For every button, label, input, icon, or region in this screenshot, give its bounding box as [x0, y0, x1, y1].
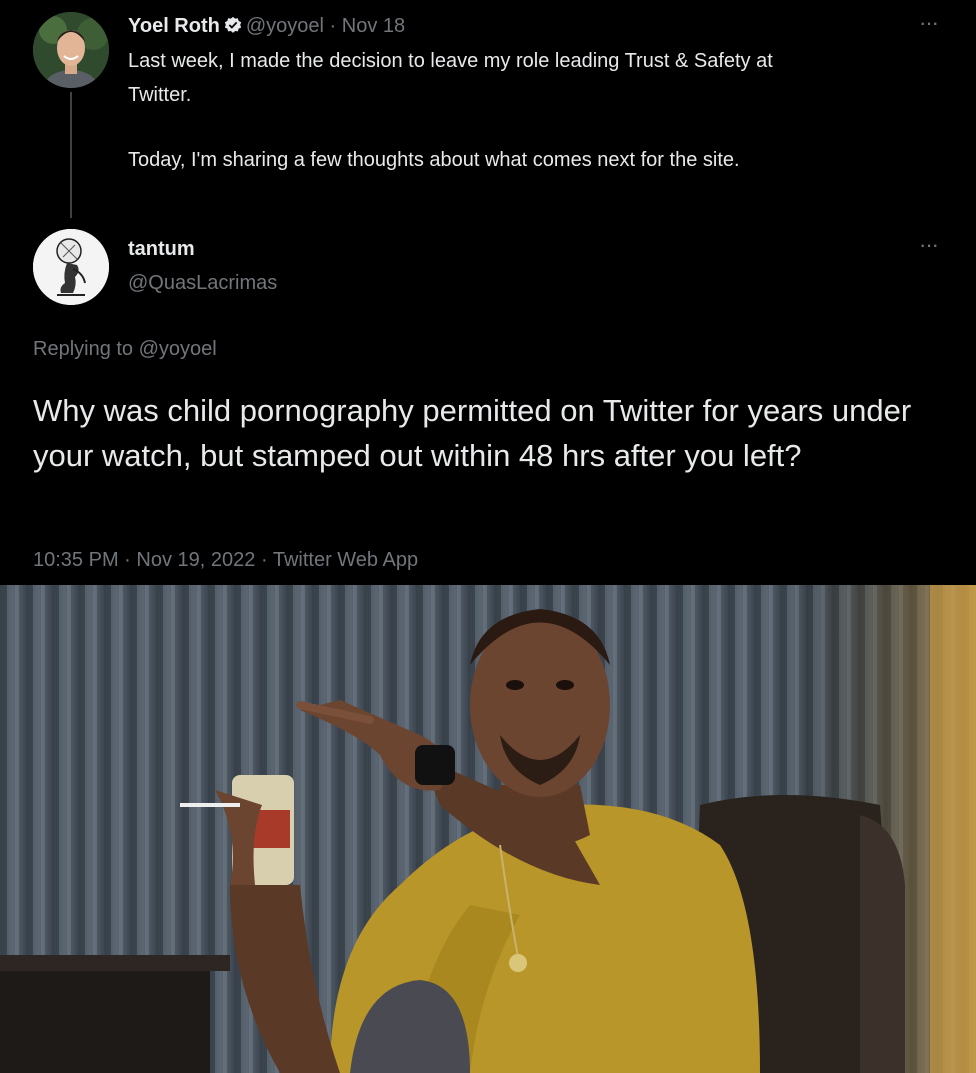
tweet-date[interactable]: Nov 18	[342, 15, 405, 37]
avatar-yoel-roth[interactable]	[33, 12, 109, 88]
reply-more-options-icon[interactable]: ···	[919, 232, 939, 258]
verified-badge-icon	[224, 16, 242, 34]
reply-tweet-text: Why was child pornography permitted on T…	[33, 393, 912, 473]
replying-to-link[interactable]: @yoyoel	[139, 338, 217, 360]
replying-prefix: Replying to	[33, 338, 134, 360]
avatar-tantum[interactable]	[33, 229, 109, 305]
thread-connector-line	[70, 92, 72, 218]
original-tweet-text-line2: Twitter.	[128, 84, 192, 106]
reply-author-name[interactable]: tantum	[128, 238, 195, 261]
original-tweet-text-line3: Today, I'm sharing a few thoughts about …	[128, 149, 740, 171]
reply-author-handle[interactable]: @QuasLacrimas	[128, 272, 277, 295]
avatar-yoel-roth-image	[33, 12, 109, 88]
author-name[interactable]: Yoel Roth	[128, 15, 220, 37]
tweet-full-date[interactable]: Nov 19, 2022	[136, 549, 255, 571]
avatar-tantum-image	[33, 229, 109, 305]
author-handle[interactable]: @yoyoel	[246, 15, 324, 37]
tweet-time[interactable]: 10:35 PM	[33, 549, 119, 571]
meta-separator-1: ·	[124, 549, 131, 571]
tweet-metadata: 10:35 PM · Nov 19, 2022 · Twitter Web Ap…	[33, 549, 418, 572]
replying-to: Replying to @yoyoel	[33, 338, 217, 361]
original-tweet-header: Yoel Roth @yoyoel · Nov 18	[128, 15, 405, 38]
tweet-thread: Yoel Roth @yoyoel · Nov 18 ··· Last week,…	[0, 0, 976, 585]
original-tweet-text-line1: Last week, I made the decision to leave …	[128, 50, 773, 72]
meta-separator-2: ·	[260, 549, 268, 571]
tweet-source[interactable]: Twitter Web App	[273, 549, 418, 571]
reaction-image	[0, 585, 976, 1073]
more-options-icon[interactable]: ···	[919, 10, 939, 36]
reaction-image-illustration	[0, 585, 976, 1073]
